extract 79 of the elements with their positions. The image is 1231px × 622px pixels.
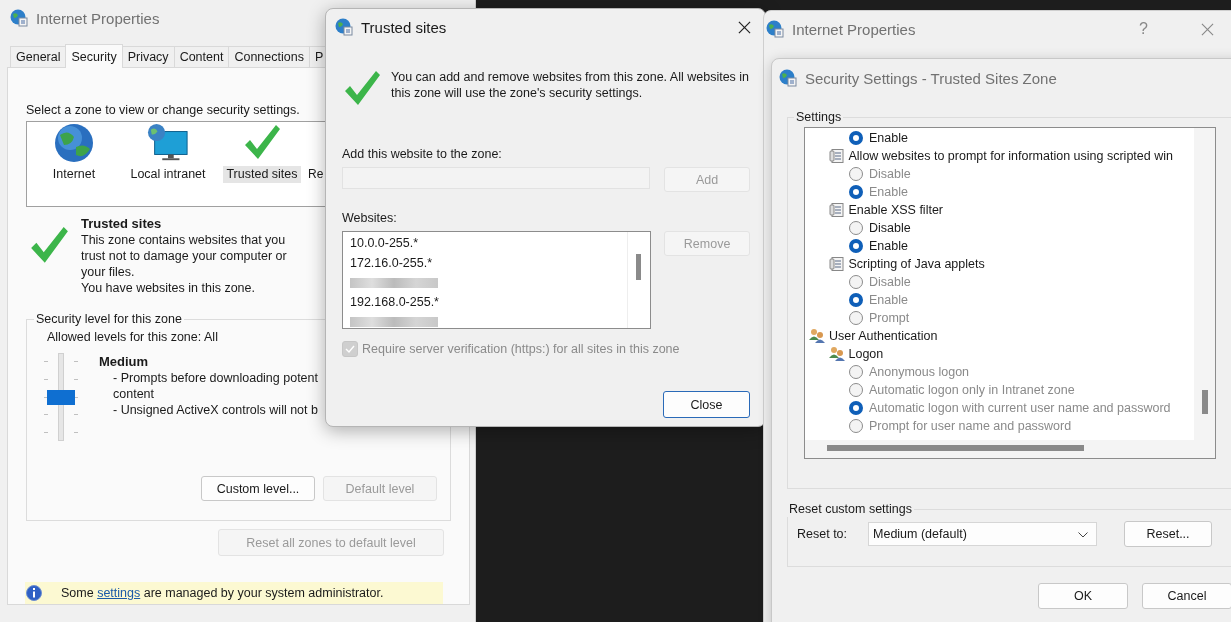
option-label: Disable: [869, 221, 911, 235]
check-icon: [344, 343, 356, 355]
setting-label: Allow websites to prompt for information using scripted win: [848, 149, 1173, 163]
zone-note: You have websites in this zone.: [81, 280, 256, 296]
level-slider[interactable]: [43, 353, 79, 441]
radio-button[interactable]: [849, 221, 863, 235]
tab[interactable]: Security: [65, 44, 123, 68]
level-dropdown[interactable]: Medium (default): [868, 522, 1098, 546]
option-label: Disable: [869, 275, 911, 289]
script-icon: [828, 256, 845, 272]
website-item[interactable]: 10.0.0-255.*: [350, 234, 628, 254]
globe-icon: [779, 69, 797, 87]
computer-icon: [147, 123, 189, 163]
website-item[interactable]: 172.16.0-255.*: [350, 253, 628, 273]
tab[interactable]: Privacy: [121, 46, 175, 67]
option-label: Enable: [869, 293, 908, 307]
option-label: Prompt for user name and password: [869, 419, 1072, 433]
script-icon: [828, 148, 845, 164]
zone-item[interactable]: Trusted sites: [223, 166, 301, 183]
setting-label: Enable XSS filter: [848, 203, 943, 217]
close-button[interactable]: Close: [663, 391, 750, 418]
level-description: - Unsigned ActiveX controls will not b: [112, 402, 318, 418]
scrollbar-thumb[interactable]: [1202, 390, 1208, 414]
dialog-title: Security Settings - Trusted Sites Zone: [805, 69, 1057, 87]
option-label: Disable: [869, 167, 911, 181]
window-title: Internet Properties: [792, 20, 916, 38]
globe-icon: [53, 123, 95, 163]
option-label: Automatic logon only in Intranet zone: [869, 383, 1075, 397]
field-label: Add this website to the zone:: [342, 146, 503, 162]
scrollbar-thumb[interactable]: [636, 254, 642, 280]
tab[interactable]: General: [10, 46, 67, 67]
script-icon: [828, 202, 845, 218]
radio-button[interactable]: [849, 239, 863, 253]
slider-thumb[interactable]: [47, 390, 75, 405]
category-label: User Authentication: [829, 329, 938, 343]
checkbox-label: Require server verification (https:) for all sites in this zone: [362, 342, 680, 356]
option-label: Prompt: [869, 311, 910, 325]
group-legend: Security level for this zone: [34, 311, 184, 327]
zone-item[interactable]: Local intranet: [127, 166, 209, 183]
list-label: Websites:: [342, 210, 398, 226]
level-button[interactable]: Custom level...: [201, 476, 315, 501]
dialog-title: Trusted sites: [361, 18, 447, 36]
zone-item[interactable]: Internet: [49, 166, 99, 183]
setting-label: Scripting of Java applets: [848, 257, 985, 271]
close-icon[interactable]: [738, 20, 751, 34]
radio-button[interactable]: [849, 131, 863, 145]
level-description: - Prompts before downloading potent: [112, 370, 318, 386]
users-icon: [828, 346, 845, 362]
option-label: Enable: [869, 185, 908, 199]
globe-icon: [10, 9, 28, 27]
zone-item[interactable]: Re: [305, 166, 327, 183]
option-label: Enable: [869, 131, 908, 145]
allowed-levels: Allowed levels for this zone: All: [47, 329, 219, 345]
option-label: Anonymous logon: [869, 365, 970, 379]
dialog-message: You can add and remove websites from this zone. All websites in this zone will use the zone's security settings.: [391, 69, 750, 102]
chevron-down-icon: [1078, 532, 1089, 538]
ok-button[interactable]: OK: [1038, 583, 1128, 609]
website-item[interactable]: 192.168.0-255.*: [350, 292, 628, 312]
cancel-button[interactable]: Cancel: [1142, 583, 1231, 609]
option-label: Enable: [869, 239, 908, 253]
info-icon: [26, 585, 42, 601]
field-label: Reset to:: [797, 527, 848, 541]
category-label: Logon: [848, 347, 884, 361]
level-description: content: [112, 386, 155, 402]
globe-icon: [335, 18, 353, 36]
notice-text: Some settings are managed by your system administrator.: [61, 586, 384, 600]
option-label: Automatic logon with current user name and password: [869, 401, 1171, 415]
group-legend: Reset custom settings: [787, 501, 914, 517]
level-name: Medium: [99, 353, 150, 370]
settings-link[interactable]: settings: [97, 586, 141, 600]
zone-title: Trusted sites: [81, 215, 163, 232]
group-legend: Settings: [794, 109, 844, 125]
zone-prompt: Select a zone to view or change security settings.: [26, 102, 301, 118]
reset-button[interactable]: Reset...: [1124, 521, 1213, 547]
users-icon: [809, 328, 825, 344]
globe-icon: [766, 20, 784, 38]
scrollbar-thumb[interactable]: [827, 445, 1084, 451]
window-title: Internet Properties: [36, 9, 160, 27]
zone-description: This zone contains websites that you trust not to damage your computer or your files.: [81, 232, 288, 280]
